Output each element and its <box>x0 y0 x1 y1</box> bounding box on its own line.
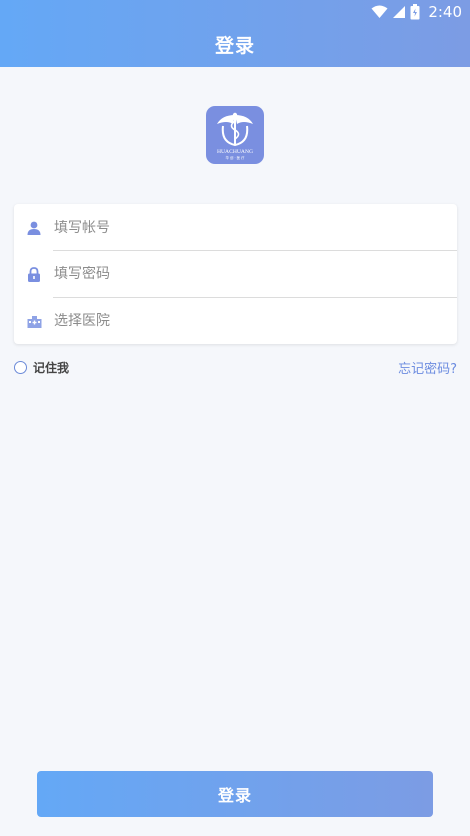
wifi-icon <box>371 5 388 18</box>
caduceus-logo-icon: HUACHUANG 华 创 · 医 疗 <box>217 112 253 160</box>
user-icon <box>14 221 54 235</box>
remember-me-radio[interactable] <box>14 360 27 374</box>
logo-subtext: 华 创 · 医 疗 <box>226 155 246 160</box>
status-time: 2:40 <box>428 3 462 21</box>
status-bar: 2:40 <box>371 2 462 22</box>
remember-me-label: 记住我 <box>33 360 70 375</box>
password-row <box>14 251 457 297</box>
page-title: 登录 <box>214 35 255 57</box>
hospital-select[interactable] <box>54 313 434 329</box>
battery-icon <box>410 4 420 20</box>
hospital-icon <box>14 315 54 328</box>
divider-account <box>53 250 457 251</box>
hospital-row[interactable] <box>14 298 457 344</box>
login-form <box>14 204 457 344</box>
cellular-signal-icon <box>393 6 406 18</box>
forgot-password-link[interactable]: 忘记密码? <box>398 358 457 377</box>
account-row <box>14 205 457 251</box>
login-options: 记住我 忘记密码? <box>14 356 457 378</box>
app-header: 2:40 登录 <box>0 0 470 67</box>
password-input[interactable] <box>54 266 434 282</box>
lock-icon <box>14 266 54 282</box>
logo-text: HUACHUANG <box>217 149 253 155</box>
remember-me-toggle[interactable]: 记住我 <box>14 359 69 376</box>
app-logo: HUACHUANG 华 创 · 医 疗 <box>206 106 264 164</box>
login-button[interactable]: 登录 <box>37 771 433 817</box>
divider-password <box>53 297 457 298</box>
account-input[interactable] <box>54 220 434 236</box>
